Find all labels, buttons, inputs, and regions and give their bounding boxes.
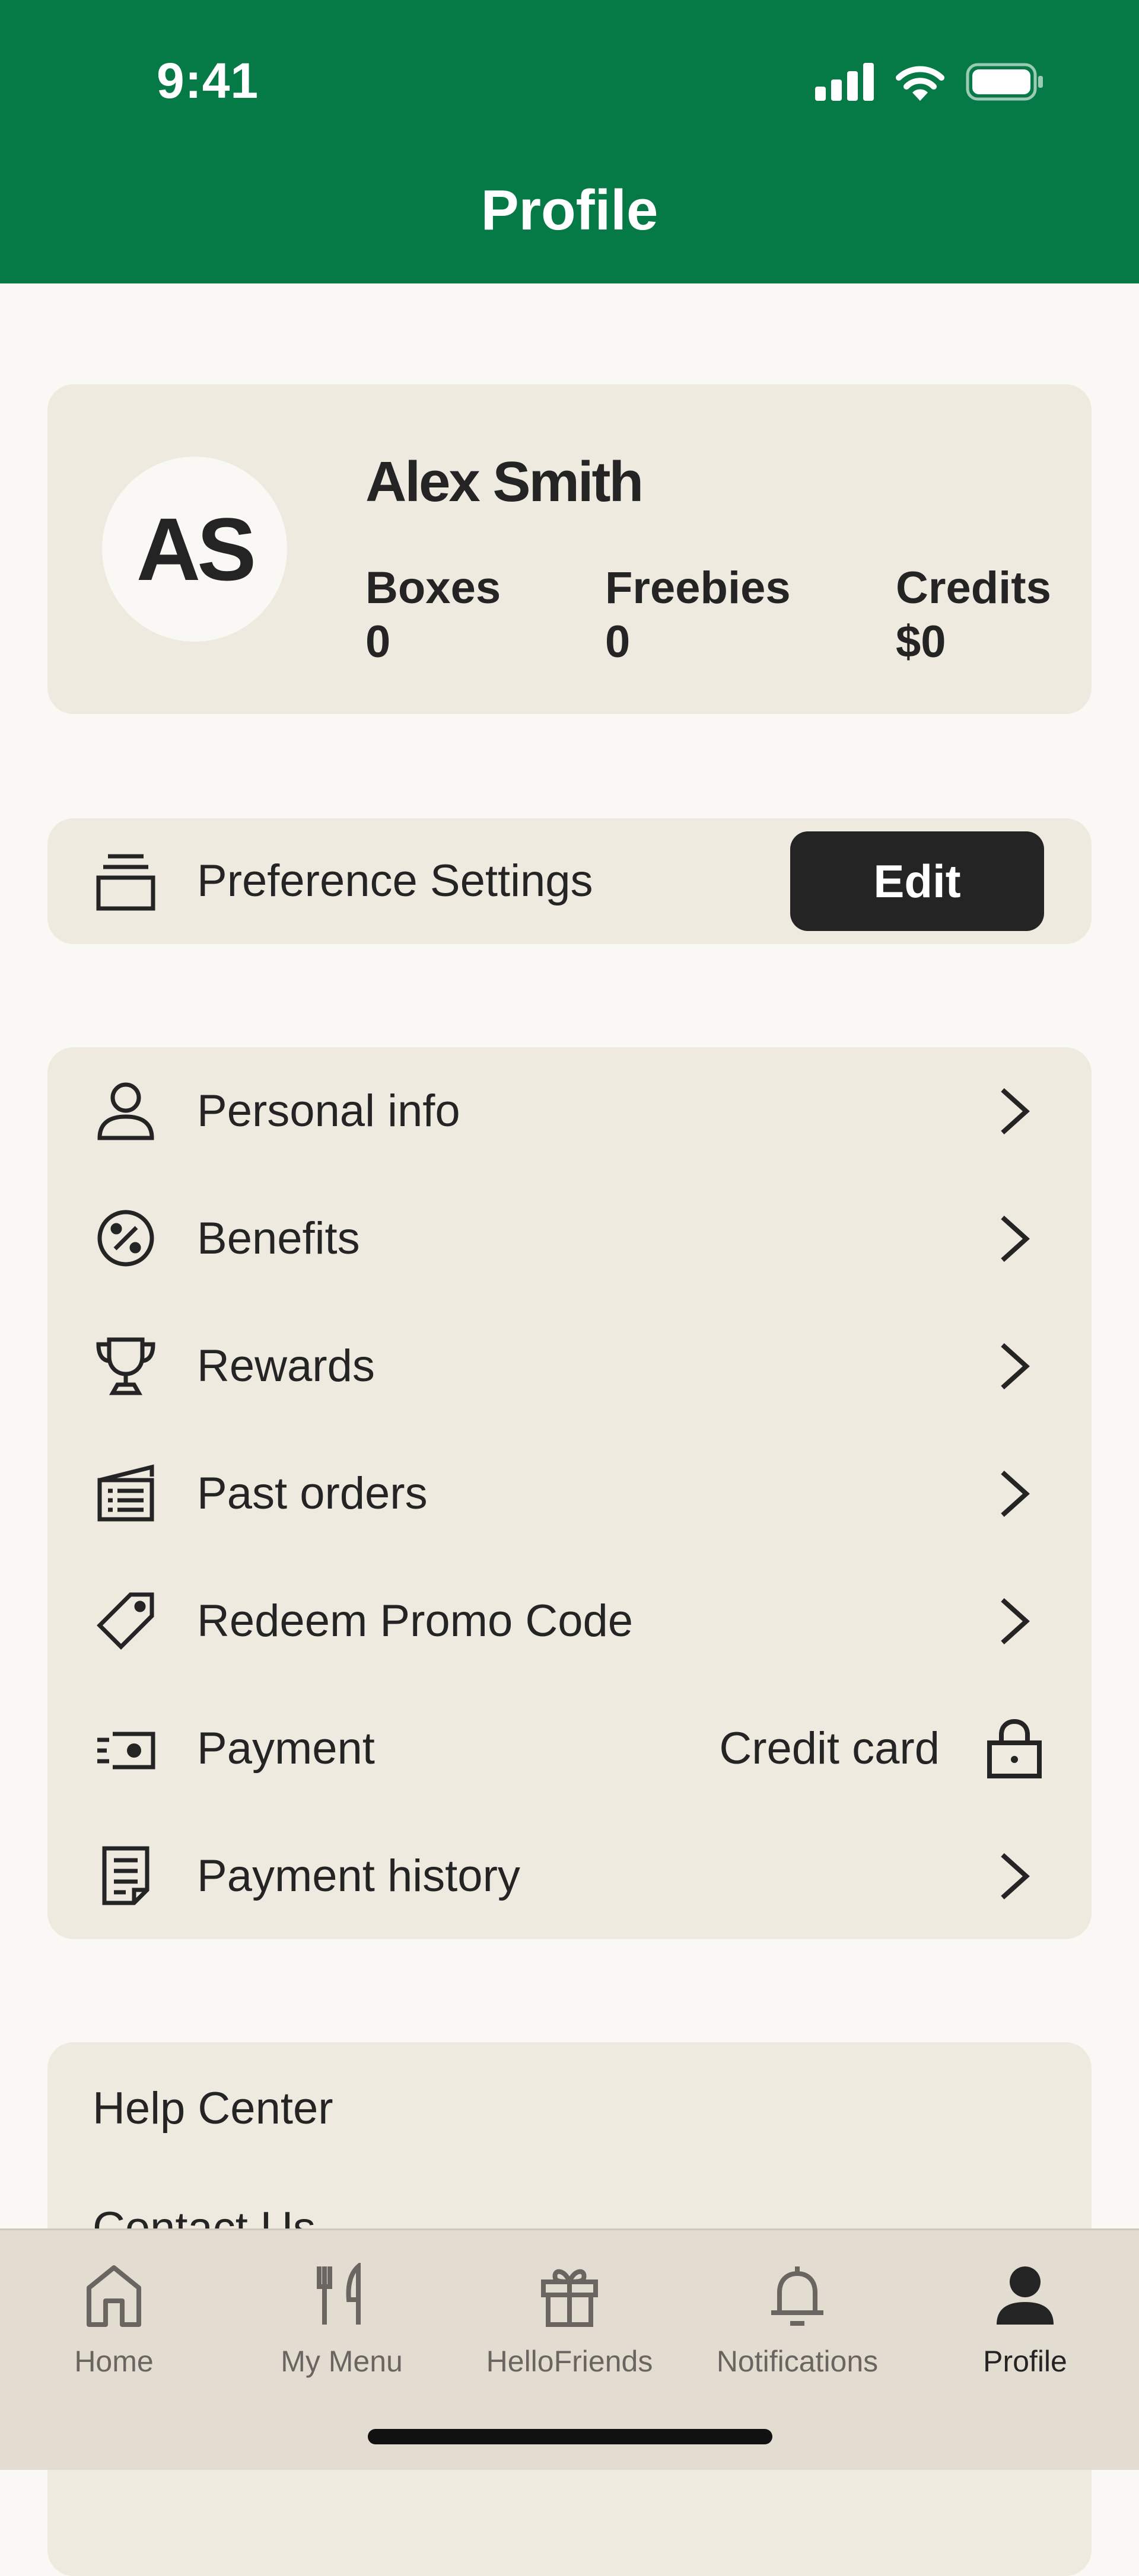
stat-value: $0 [896, 617, 946, 667]
stat-credits: Credits $0 [896, 562, 1051, 668]
discount-icon [95, 1207, 157, 1269]
battery-icon [966, 63, 1043, 101]
menu-item-label: Personal info [197, 1086, 460, 1136]
menu-item-personal-info[interactable]: Personal info [47, 1047, 1092, 1175]
chevron-right-icon [991, 1851, 1038, 1901]
menu-item-label: Redeem Promo Code [197, 1596, 634, 1646]
tab-profile[interactable]: Profile [911, 2254, 1139, 2402]
stat-boxes: Boxes 0 [365, 562, 501, 668]
signal-icon [815, 63, 874, 101]
menu-item-label: Rewards [197, 1341, 375, 1391]
tab-label: Profile [983, 2345, 1067, 2378]
profile-summary-card: AS Alex Smith Boxes 0 Freebies 0 Credits… [47, 384, 1092, 714]
page-title: Profile [481, 178, 658, 242]
stat-label: Boxes [365, 563, 501, 613]
edit-preferences-button[interactable]: Edit [790, 831, 1044, 931]
trophy-icon [95, 1335, 157, 1397]
stat-value: 0 [605, 617, 631, 667]
avatar: AS [102, 457, 287, 642]
menu-item-benefits[interactable]: Benefits [47, 1175, 1092, 1302]
menu-item-rewards[interactable]: Rewards [47, 1302, 1092, 1430]
account-menu: Personal info Benefits Rewards Past orde… [47, 1047, 1092, 1939]
bell-icon [683, 2254, 911, 2337]
tab-label: My Menu [281, 2345, 403, 2378]
tab-my-menu[interactable]: My Menu [228, 2254, 456, 2402]
chevron-right-icon [991, 1469, 1038, 1519]
tab-home[interactable]: Home [0, 2254, 228, 2402]
chevron-right-icon [991, 1341, 1038, 1391]
menu-item-payment-history[interactable]: Payment history [47, 1812, 1092, 1940]
cash-icon [95, 1717, 157, 1779]
status-icons [815, 63, 1044, 101]
box-icon [95, 1462, 157, 1524]
stat-freebies: Freebies 0 [605, 562, 791, 668]
receipt-icon [95, 1845, 157, 1907]
tag-icon [95, 1590, 157, 1652]
menu-item-label: Benefits [197, 1213, 360, 1264]
preference-settings-row: Preference Settings Edit [47, 818, 1092, 944]
tab-notifications[interactable]: Notifications [683, 2254, 911, 2402]
lock-icon [985, 1717, 1044, 1780]
profile-icon [911, 2254, 1139, 2337]
menu-item-label: Payment [197, 1723, 375, 1774]
status-time: 9:41 [157, 53, 259, 109]
chevron-right-icon [991, 1596, 1038, 1646]
preference-settings-label: Preference Settings [197, 856, 593, 906]
wifi-icon [896, 66, 944, 101]
stat-label: Credits [896, 563, 1051, 613]
menu-item-label: Payment history [197, 1851, 520, 1901]
help-center-link[interactable]: Help Center [93, 2083, 333, 2134]
menu-item-label: Past orders [197, 1468, 428, 1519]
menu-item-past-orders[interactable]: Past orders [47, 1430, 1092, 1557]
stack-icon [95, 850, 157, 912]
menu-item-payment[interactable]: Payment Credit card [47, 1685, 1092, 1812]
gift-icon [456, 2254, 683, 2337]
tab-label: Home [74, 2345, 154, 2378]
chevron-right-icon [991, 1086, 1038, 1136]
payment-method-value: Credit card [719, 1723, 940, 1774]
stat-label: Freebies [605, 563, 791, 613]
tab-label: HelloFriends [486, 2345, 653, 2378]
cutlery-icon [228, 2254, 456, 2337]
app-header: 9:41 Profile [0, 0, 1139, 283]
tab-hellofriends[interactable]: HelloFriends [456, 2254, 683, 2402]
menu-item-redeem-promo-code[interactable]: Redeem Promo Code [47, 1557, 1092, 1685]
home-indicator [368, 2429, 772, 2444]
person-icon [95, 1080, 157, 1142]
user-name: Alex Smith [365, 450, 644, 514]
tab-label: Notifications [716, 2345, 879, 2378]
chevron-right-icon [991, 1214, 1038, 1264]
home-icon [0, 2254, 228, 2337]
stat-value: 0 [365, 617, 391, 667]
